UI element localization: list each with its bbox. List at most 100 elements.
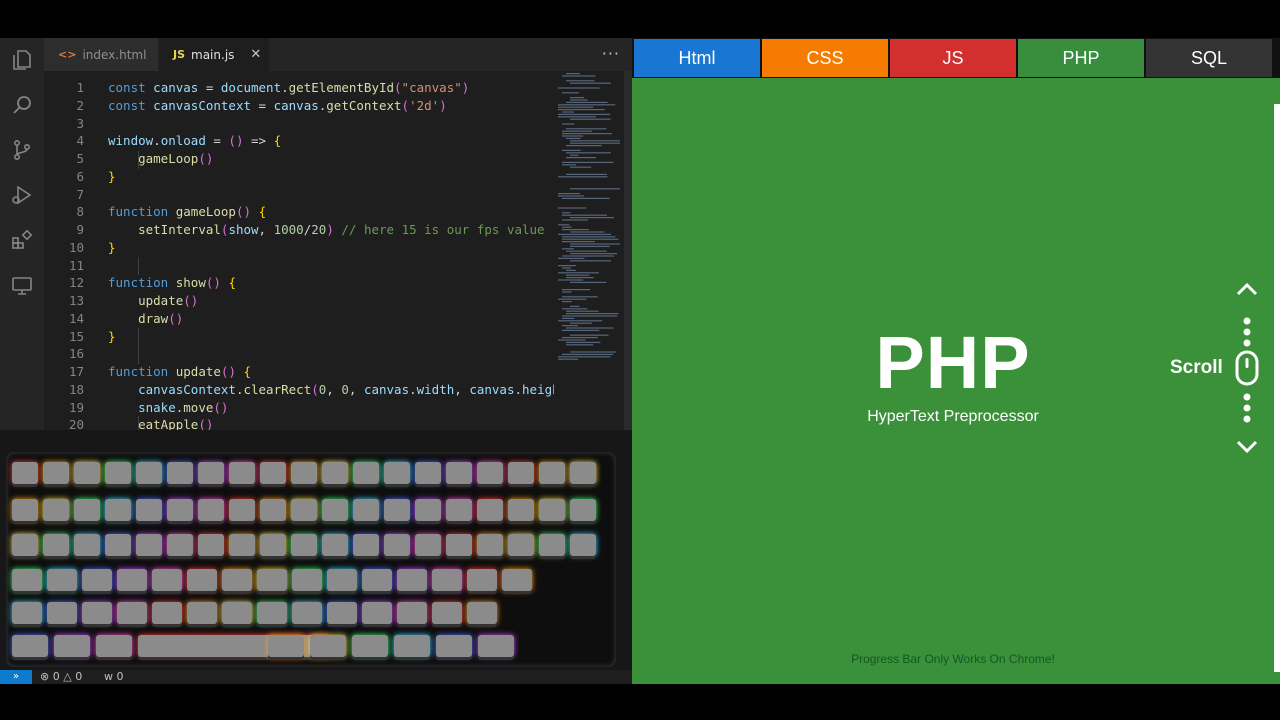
code-line[interactable]: 2 const canvasContext = canvas.getContext… [44,97,446,115]
keyboard-key [436,635,472,657]
keyboard-key [12,499,38,521]
line-number: 12 [68,275,84,291]
source-control-icon[interactable] [10,138,34,162]
minimap-line [558,233,611,235]
dots-top-icon [1243,317,1251,347]
activity-bar [0,38,44,430]
code-line[interactable]: 6} [44,168,115,186]
code-line[interactable]: 20 eatApple() [44,416,213,430]
keyboard-key [152,569,182,591]
keyboard-key [477,499,503,521]
minimap-line [562,123,575,125]
keyboard-key [82,569,112,591]
keyboard-key [415,499,441,521]
code-line[interactable]: 16 [44,345,108,363]
editor-scrollbar[interactable] [624,71,632,430]
footer-note: Progress Bar Only Works On Chrome! [851,652,1055,666]
keyboard-key [47,602,77,624]
error-count: 0 [52,670,60,683]
keyboard-key [268,635,304,657]
minimap-line [570,140,620,142]
code-line[interactable]: 17 function update() { [44,363,251,381]
code-line[interactable]: 13 update() [44,292,198,310]
keyboard-key [327,569,357,591]
line-text: window.onload = () => { [108,133,282,149]
keyboard-key [352,635,388,657]
code-line[interactable]: 5 gameLoop() [44,150,213,168]
nav-js[interactable]: JS [890,39,1016,77]
run-debug-icon[interactable] [10,183,34,207]
extensions-icon[interactable] [10,228,34,252]
keyboard-key [136,499,162,521]
keyboard-photo [0,430,632,670]
minimap-line [570,118,611,120]
close-icon[interactable]: ✕ [250,47,261,62]
minimap-line [562,241,595,243]
keyboard-key [397,602,427,624]
chevron-up-icon[interactable] [1234,280,1260,298]
minimap-line [566,310,599,312]
top-nav: Html CSS JS PHP SQL [632,38,1280,78]
code-line[interactable]: 18 canvasContext.clearRect(0, 0, canvas.… [44,381,554,399]
keyboard-key [229,499,255,521]
search-icon[interactable] [10,93,34,117]
code-line[interactable]: 10} [44,239,116,257]
keyboard-key [397,569,427,591]
minimap-line [570,245,610,247]
minimap-line [562,289,591,291]
code-line[interactable]: 1 const canvas = document.getElementById(… [44,79,469,97]
scroll-track[interactable] [1274,104,1280,672]
code-area[interactable]: 1 const canvas = document.getElementById(… [44,71,554,430]
line-number: 14 [68,310,84,326]
code-line[interactable]: 14 draw() [44,310,183,328]
line-number: 19 [68,399,84,415]
keyboard-key [222,602,252,624]
minimap-line [570,334,609,336]
code-line[interactable]: 12 function show() { [44,274,236,292]
nav-php[interactable]: PHP [1018,39,1144,77]
nav-css[interactable]: CSS [762,39,888,77]
minimap-line [562,149,581,151]
minimap-line [562,248,574,250]
code-line[interactable]: 11 [44,257,108,275]
minimap-line [558,104,616,106]
minimap-line [570,154,579,156]
more-actions-icon[interactable]: ··· [602,44,620,63]
mouse-icon [1235,350,1259,386]
remote-explorer-icon[interactable] [10,273,34,297]
minimap-line [558,320,603,322]
chevron-down-icon[interactable] [1234,438,1260,456]
minimap-line [562,92,579,94]
code-line[interactable]: 7 [44,186,108,204]
nav-html[interactable]: Html [634,39,760,77]
line-text: const canvas = document.getElementById("… [108,80,470,95]
minimap[interactable] [556,71,624,430]
minimap-line [562,214,607,216]
minimap-line [562,219,588,221]
minimap-line [566,277,594,279]
remote-indicator-icon[interactable]: » [0,670,32,684]
line-text: draw() [138,310,184,326]
minimap-line [558,207,587,209]
keyboard-key [12,635,48,657]
minimap-line [566,313,619,315]
tab-main-js[interactable]: JS main.js ✕ [159,38,269,71]
code-line[interactable]: 3 [44,115,108,133]
ports-status[interactable]: ᴡ 0 [104,670,124,684]
code-line[interactable]: 9 setInterval(show, 1000/20) // here 15 … [44,221,544,239]
tab-index-html[interactable]: <> index.html [44,38,158,71]
keyboard-key [257,569,287,591]
line-text: gameLoop() [138,151,214,166]
keyboard-key [260,499,286,521]
code-line[interactable]: 8 function gameLoop() { [44,203,266,221]
line-number: 7 [76,186,84,202]
minimap-line [558,272,599,274]
minimap-line [558,116,597,118]
explorer-icon[interactable] [10,48,34,72]
nav-sql[interactable]: SQL [1146,39,1272,77]
line-number: 4 [76,133,84,149]
errors-status[interactable]: ⊗ 0 △ 0 [40,670,82,684]
code-line[interactable]: 15} [44,328,116,346]
code-line[interactable]: 4 window.onload = () => { [44,132,281,150]
code-line[interactable]: 19 snake.move() [44,399,229,417]
